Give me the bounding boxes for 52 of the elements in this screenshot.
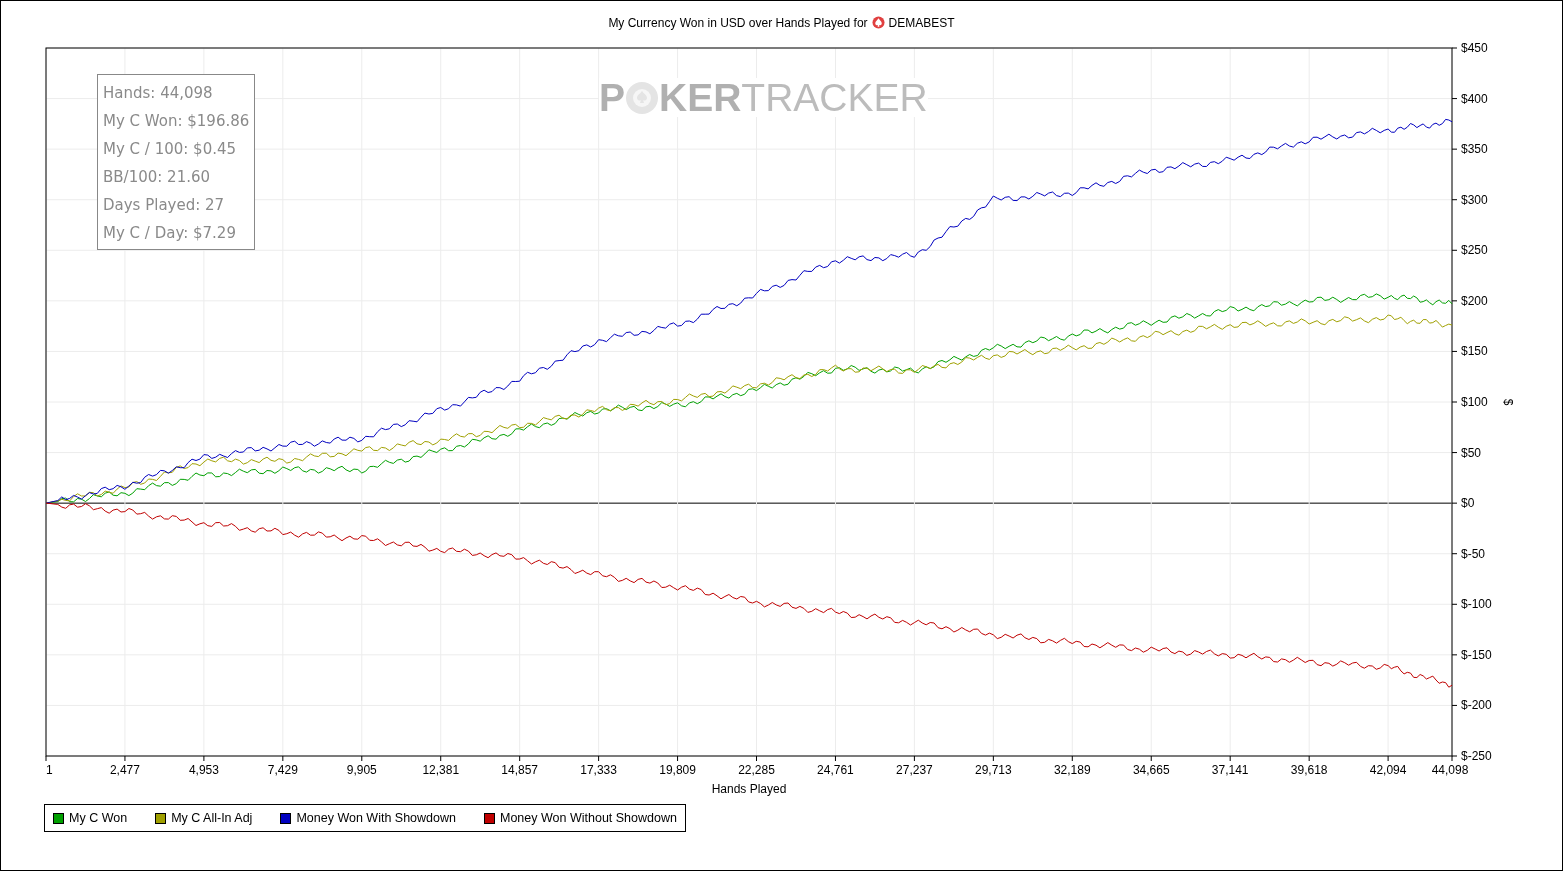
y-tick-label: $450 — [1461, 41, 1488, 55]
x-tick-label: 27,237 — [896, 763, 933, 777]
x-tick-label: 12,381 — [422, 763, 460, 777]
y-tick-label: $250 — [1461, 243, 1488, 258]
spade-icon — [871, 16, 885, 29]
chart-title: My Currency Won in USD over Hands Played for — [608, 15, 868, 30]
watermark-text: TRACKER — [741, 78, 928, 117]
y-axis-title: $ — [1501, 398, 1515, 406]
stat-text: Hands: 44,098 — [103, 83, 214, 104]
x-tick-label: 17,333 — [580, 763, 617, 777]
y-tick-label: $400 — [1461, 91, 1488, 106]
x-tick-label: 34,665 — [1132, 763, 1170, 777]
x-tick-label: 22,285 — [738, 763, 775, 777]
x-tick-label: 14,857 — [501, 763, 538, 777]
x-tick-label: 29,713 — [975, 763, 1012, 777]
y-tick-label: $-150 — [1461, 647, 1492, 662]
x-tick-label: 7,429 — [267, 763, 298, 777]
y-tick-label: $-200 — [1461, 698, 1492, 713]
y-tick-label: $200 — [1461, 293, 1488, 308]
x-tick-label: 39,618 — [1290, 763, 1328, 777]
stat-text: Days Played: 27 — [103, 195, 226, 216]
y-tick-label: $-50 — [1461, 546, 1486, 561]
x-tick-label: 42,094 — [1369, 763, 1407, 777]
y-tick-label: $50 — [1461, 445, 1482, 460]
legend-label: My C All-In Adj — [171, 811, 253, 825]
watermark-text: KER — [659, 78, 742, 117]
legend-label: My C Won — [69, 811, 128, 825]
stat-text: My C / Day: $7.29 — [103, 223, 237, 244]
stat-text: My C Won: $196.86 — [103, 111, 250, 132]
y-tick-label: $350 — [1461, 142, 1488, 157]
legend-label: Money Won Without Showdown — [500, 811, 677, 825]
y-tick-label: $0 — [1461, 496, 1475, 511]
x-tick-label: 44,098 — [1431, 763, 1469, 777]
x-axis-title: Hands Played — [711, 782, 787, 796]
x-tick-label: 24,761 — [817, 763, 854, 777]
y-tick-label: $-250 — [1461, 749, 1492, 763]
x-tick-label: 9,905 — [346, 763, 377, 777]
x-tick-label: 2,477 — [109, 763, 140, 777]
legend-label: Money Won With Showdown — [296, 811, 456, 825]
y-tick-label: $-100 — [1461, 597, 1492, 612]
x-tick-label: 37,141 — [1211, 763, 1249, 777]
x-tick-label: 19,809 — [659, 763, 696, 777]
watermark-text: P — [599, 78, 625, 117]
y-tick-label: $300 — [1461, 192, 1488, 207]
y-tick-label: $150 — [1461, 344, 1488, 359]
y-tick-label: $100 — [1461, 395, 1488, 409]
stat-text: BB/100: 21.60 — [103, 167, 212, 188]
x-tick-label: 32,189 — [1053, 763, 1091, 777]
x-tick-label: 4,953 — [188, 763, 219, 777]
stat-text: My C / 100: $0.45 — [103, 139, 238, 160]
x-tick-label: 1 — [46, 763, 53, 777]
player-name: DEMABEST — [888, 15, 955, 30]
